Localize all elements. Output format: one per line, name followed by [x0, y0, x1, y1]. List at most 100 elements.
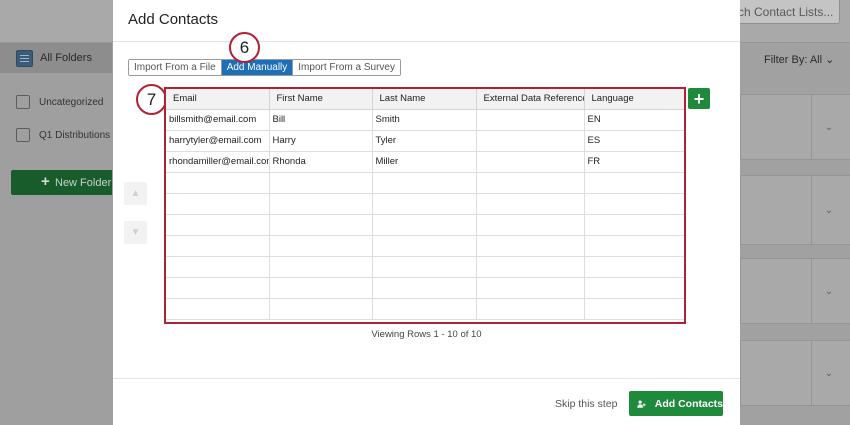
- folder-label: Uncategorized: [39, 96, 104, 108]
- table-row: [166, 297, 684, 320]
- cell-language[interactable]: EN: [583, 108, 684, 131]
- folder-uncategorized: Uncategorized: [16, 95, 103, 109]
- cell-first-name[interactable]: [268, 276, 373, 299]
- new-folder-label: New Folder: [55, 176, 112, 189]
- cell-last-name[interactable]: [371, 213, 477, 236]
- plus-icon: +: [693, 88, 705, 109]
- cell-last-name[interactable]: [371, 171, 477, 194]
- cell-language[interactable]: [583, 255, 684, 278]
- cell-email[interactable]: [166, 276, 270, 299]
- cell-email[interactable]: [166, 297, 270, 320]
- column-header-last-name: Last Name: [371, 89, 477, 110]
- new-folder-button: + New Folder: [11, 170, 112, 195]
- cell-email[interactable]: rhondamiller@email.com: [166, 150, 270, 173]
- table-row: harrytyler@email.com Harry Tyler ES: [166, 129, 684, 152]
- folder-label: Q1 Distributions: [39, 129, 111, 141]
- cell-language[interactable]: [583, 234, 684, 257]
- table-row: [166, 192, 684, 215]
- table-row: [166, 255, 684, 278]
- cell-external-data-reference[interactable]: [475, 150, 585, 173]
- cell-first-name[interactable]: [268, 171, 373, 194]
- cell-language[interactable]: FR: [583, 150, 684, 173]
- chevron-up-icon: ▲: [130, 188, 141, 199]
- contacts-grid: Email First Name Last Name External Data…: [164, 87, 686, 324]
- column-header-language: Language: [583, 89, 684, 110]
- chevron-down-icon: ▼: [130, 227, 141, 238]
- cell-last-name[interactable]: [371, 255, 477, 278]
- contact-list-card: ⌄: [740, 175, 850, 245]
- tab-add-manually[interactable]: Add Manually: [220, 60, 293, 75]
- column-header-first-name: First Name: [268, 89, 373, 110]
- filter-dropdown: Filter By: All ⌄: [764, 53, 834, 66]
- column-header-email: Email: [166, 89, 270, 110]
- cell-email[interactable]: harrytyler@email.com: [166, 129, 270, 152]
- cell-last-name[interactable]: Tyler: [371, 129, 477, 152]
- modal-title: Add Contacts: [128, 11, 219, 28]
- cell-last-name[interactable]: [371, 192, 477, 215]
- cell-first-name[interactable]: Harry: [268, 129, 373, 152]
- contact-list-card: ⌄: [740, 94, 850, 160]
- chevron-down-icon: ⌄: [825, 54, 835, 66]
- cell-external-data-reference[interactable]: [475, 234, 585, 257]
- table-row: rhondamiller@email.com Rhonda Miller FR: [166, 150, 684, 173]
- cell-first-name[interactable]: Rhonda: [268, 150, 373, 173]
- cell-email[interactable]: [166, 234, 270, 257]
- filter-label: Filter By: All: [764, 54, 823, 66]
- cell-external-data-reference[interactable]: [475, 171, 585, 194]
- cell-last-name[interactable]: [371, 234, 477, 257]
- cell-language[interactable]: [583, 276, 684, 299]
- cell-email[interactable]: [166, 192, 270, 215]
- cell-language[interactable]: [583, 192, 684, 215]
- cell-last-name[interactable]: [371, 297, 477, 320]
- cell-first-name[interactable]: [268, 234, 373, 257]
- table-row: [166, 213, 684, 236]
- step-marker-7: 7: [136, 84, 167, 115]
- cell-first-name[interactable]: [268, 213, 373, 236]
- cell-first-name[interactable]: [268, 255, 373, 278]
- chevron-down-icon: ⌄: [811, 95, 846, 159]
- chevron-down-icon: ⌄: [811, 259, 846, 323]
- row-count-info: Viewing Rows 1 - 10 of 10: [371, 329, 482, 340]
- cell-external-data-reference[interactable]: [475, 213, 585, 236]
- table-body: billsmith@email.com Bill Smith EN harrytyler…: [166, 108, 684, 320]
- move-row-down-button[interactable]: ▼: [124, 221, 147, 244]
- cell-external-data-reference[interactable]: [475, 129, 585, 152]
- chevron-down-icon: ⌄: [811, 341, 846, 405]
- cell-email[interactable]: [166, 255, 270, 278]
- cell-language[interactable]: [583, 171, 684, 194]
- contact-list-card: ⌄: [740, 258, 850, 324]
- cell-first-name[interactable]: [268, 297, 373, 320]
- plus-icon: +: [41, 173, 50, 190]
- cell-first-name[interactable]: [268, 192, 373, 215]
- cell-last-name[interactable]: Smith: [371, 108, 477, 131]
- folder-icon: [16, 95, 30, 109]
- add-contacts-button[interactable]: Add Contacts: [629, 391, 723, 416]
- tab-import-from-survey[interactable]: Import From a Survey: [292, 60, 400, 75]
- cell-external-data-reference[interactable]: [475, 297, 585, 320]
- cell-language[interactable]: [583, 297, 684, 320]
- modal-footer: Skip this step Add Contacts: [113, 378, 740, 425]
- move-row-up-button[interactable]: ▲: [124, 182, 147, 205]
- add-contacts-modal: Add Contacts Import From a File Add Manu…: [113, 0, 740, 425]
- cell-email[interactable]: [166, 213, 270, 236]
- add-contacts-label: Add Contacts: [654, 397, 723, 410]
- cell-language[interactable]: ES: [583, 129, 684, 152]
- skip-step-link[interactable]: Skip this step: [555, 398, 617, 410]
- cell-last-name[interactable]: [371, 276, 477, 299]
- cell-external-data-reference[interactable]: [475, 192, 585, 215]
- cell-email[interactable]: [166, 171, 270, 194]
- cell-first-name[interactable]: Bill: [268, 108, 373, 131]
- cell-external-data-reference[interactable]: [475, 108, 585, 131]
- folder-list-icon: [16, 49, 33, 67]
- cell-external-data-reference[interactable]: [475, 276, 585, 299]
- cell-language[interactable]: [583, 213, 684, 236]
- cell-external-data-reference[interactable]: [475, 255, 585, 278]
- cell-last-name[interactable]: Miller: [371, 150, 477, 173]
- tab-import-from-file[interactable]: Import From a File: [129, 60, 221, 75]
- table-row: [166, 234, 684, 257]
- add-person-icon: [637, 400, 646, 408]
- add-row-button[interactable]: +: [688, 88, 710, 109]
- table-row: [166, 171, 684, 194]
- cell-email[interactable]: billsmith@email.com: [166, 108, 270, 131]
- contact-list-card: ⌄: [740, 340, 850, 406]
